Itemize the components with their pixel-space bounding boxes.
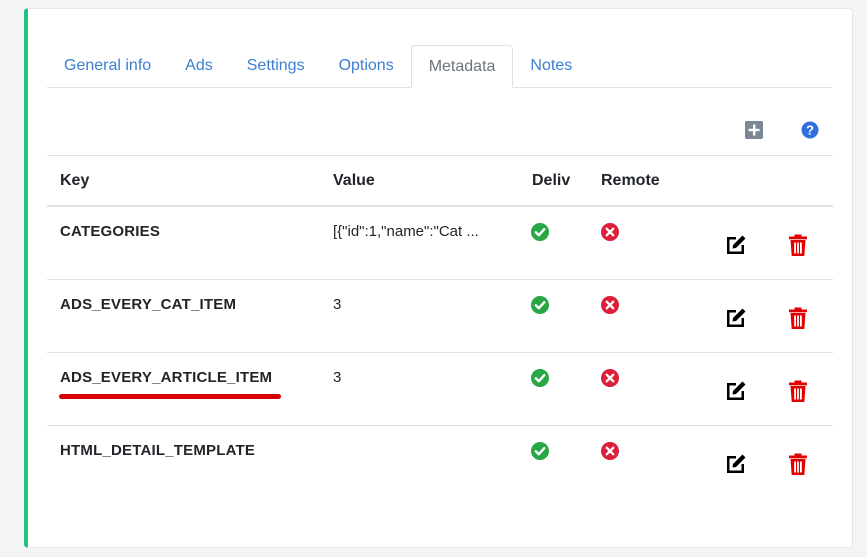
check-circle-icon [531, 442, 549, 460]
row-value: 3 [333, 369, 342, 386]
check-circle-icon [531, 369, 549, 387]
row-key: ADS_EVERY_CAT_ITEM [60, 296, 237, 313]
edit-icon[interactable] [724, 306, 748, 330]
metadata-table: Key Value Deliv Remote CATEGORIES [{"id"… [47, 155, 833, 498]
trash-icon[interactable] [786, 306, 810, 330]
trash-icon[interactable] [786, 379, 810, 403]
check-circle-icon [531, 223, 549, 241]
tab-ads[interactable]: Ads [168, 45, 230, 87]
plus-square-icon [745, 121, 763, 139]
row-value: [{"id":1,"name":"Cat ... [333, 223, 479, 240]
check-circle-icon [531, 296, 549, 314]
times-circle-icon [601, 223, 619, 241]
svg-text:?: ? [806, 123, 814, 138]
table-row: ADS_EVERY_CAT_ITEM 3 [47, 280, 833, 353]
trash-icon[interactable] [786, 452, 810, 476]
tab-notes[interactable]: Notes [513, 45, 589, 87]
table-row: CATEGORIES [{"id":1,"name":"Cat ... [47, 207, 833, 280]
question-circle-icon: ? [801, 121, 819, 139]
tab-settings[interactable]: Settings [230, 45, 322, 87]
tab-options[interactable]: Options [322, 45, 411, 87]
header-remote: Remote [601, 172, 660, 189]
edit-icon[interactable] [724, 379, 748, 403]
table-row: HTML_DETAIL_TEMPLATE [47, 426, 833, 498]
tab-metadata[interactable]: Metadata [410, 45, 514, 88]
row-key: ADS_EVERY_ARTICLE_ITEM [60, 369, 273, 386]
highlight-underline [59, 394, 281, 399]
header-deliv: Deliv [532, 172, 571, 189]
trash-icon[interactable] [786, 233, 810, 257]
row-value: 3 [333, 296, 342, 313]
row-key: CATEGORIES [60, 223, 161, 240]
tab-bar: General info Ads Settings Options Metada… [47, 44, 832, 88]
table-row: ADS_EVERY_ARTICLE_ITEM 3 [47, 353, 833, 426]
tab-general-info[interactable]: General info [47, 45, 168, 87]
header-key: Key [60, 172, 90, 189]
table-header: Key Value Deliv Remote [47, 156, 833, 207]
help-button[interactable]: ? [801, 121, 819, 139]
times-circle-icon [601, 296, 619, 314]
edit-icon[interactable] [724, 452, 748, 476]
times-circle-icon [601, 369, 619, 387]
add-button[interactable] [745, 121, 763, 139]
edit-icon[interactable] [724, 233, 748, 257]
times-circle-icon [601, 442, 619, 460]
row-key: HTML_DETAIL_TEMPLATE [60, 442, 256, 459]
header-value: Value [333, 172, 375, 189]
